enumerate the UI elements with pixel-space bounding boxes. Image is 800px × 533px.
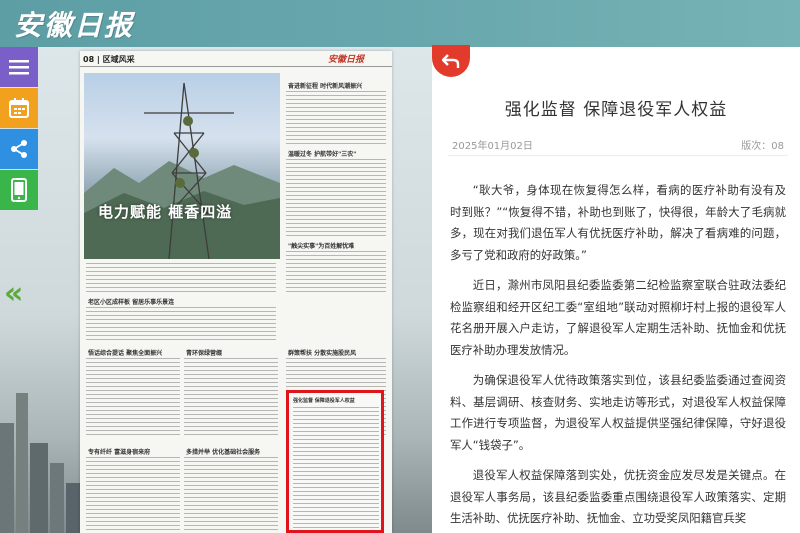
paper-text-block xyxy=(86,457,180,533)
paper-text-block xyxy=(286,91,386,147)
paper-text-block xyxy=(184,358,278,438)
hero-title: 电力赋能 榧香四溢 xyxy=(98,203,233,221)
paper-header: 08 | 区域风采 安徽日报 xyxy=(80,51,392,67)
paper-headline[interactable]: "触尖实事"为百姓解忧难 xyxy=(288,241,354,250)
paper-headline[interactable]: 群策帮扶 分散实施股民风 xyxy=(288,348,356,357)
paper-text-block xyxy=(86,263,276,293)
article-body: “耿大爷，身体现在恢复得怎么样，看病的医疗补助有没有及时到账？”“恢复得不错，补… xyxy=(450,180,786,533)
paper-text-block xyxy=(184,457,278,533)
article-paragraph: 近日，滁州市凤阳县纪委监委第二纪检监察室联合驻政法委纪检监察组和经开区纪工委“室… xyxy=(450,278,786,357)
power-tower-illustration xyxy=(84,82,280,259)
selected-article-title: 强化监督 保障退役军人权益 xyxy=(293,398,355,404)
paper-section-label: 08 | 区域风采 xyxy=(83,55,135,64)
site-header: 安徽日报 xyxy=(0,0,800,47)
paper-text-block xyxy=(286,251,386,293)
paper-headline[interactable]: 多措并举 优化基础社会服务 xyxy=(186,447,260,456)
mobile-button[interactable] xyxy=(0,170,38,210)
paper-headline[interactable]: 温暖过冬 护航带好"三农" xyxy=(288,149,356,158)
selected-article-highlight[interactable]: 强化监督 保障退役军人权益 xyxy=(286,390,384,533)
city-silhouette xyxy=(0,393,80,533)
paper-text-block xyxy=(293,407,379,529)
share-button[interactable] xyxy=(0,129,38,169)
paper-text-block xyxy=(86,307,276,343)
back-arrow-icon xyxy=(442,54,460,68)
calendar-icon xyxy=(9,98,29,118)
divider xyxy=(448,155,788,156)
article-paragraph: “耿大爷，身体现在恢复得怎么样，看病的医疗补助有没有及时到账？”“恢复得不错，补… xyxy=(450,183,786,262)
menu-button[interactable] xyxy=(0,47,38,87)
back-button[interactable] xyxy=(432,45,470,77)
paper-headline[interactable]: 奋进新征程 时代新风潮振兴 xyxy=(288,81,362,90)
article-panel: 强化监督 保障退役军人权益 2025年01月02日 版次：08 “耿大爷，身体现… xyxy=(432,45,800,533)
paper-headline[interactable]: 老区小区成样板 留居乐事乐景连 xyxy=(88,297,174,306)
paper-headline[interactable]: 青环保绿营缀 xyxy=(186,348,222,357)
article-title: 强化监督 保障退役军人权益 xyxy=(504,100,728,120)
article-paragraph: 为确保退役军人优待政策落实到位，该县纪委监委通过查阅资料、基层调研、核查财务、实… xyxy=(450,373,786,452)
paper-text-block xyxy=(286,159,386,237)
article-page-number: 版次：08 xyxy=(741,141,784,152)
site-logo[interactable]: 安徽日报 xyxy=(14,4,134,44)
calendar-button[interactable] xyxy=(0,88,38,128)
article-date: 2025年01月02日 xyxy=(452,141,533,152)
paper-headline[interactable]: 专有纤纤 富滋身宿来府 xyxy=(88,447,150,456)
mobile-phone-icon xyxy=(11,178,27,202)
paper-brand: 安徽日报 xyxy=(327,55,364,65)
article-paragraph: 退役军人权益保障落到实处，优抚资金应发尽发是关键点。在退役军人事务局，该县纪委监… xyxy=(450,468,786,525)
prev-page-button[interactable]: « xyxy=(4,276,23,311)
hero-photo[interactable]: 电力赋能 榧香四溢 xyxy=(84,73,280,259)
paper-headline[interactable]: 悟话综合提话 聚焦全面振兴 xyxy=(88,348,162,357)
share-icon xyxy=(11,140,27,158)
hamburger-menu-icon xyxy=(9,60,29,75)
paper-text-block xyxy=(86,358,180,438)
